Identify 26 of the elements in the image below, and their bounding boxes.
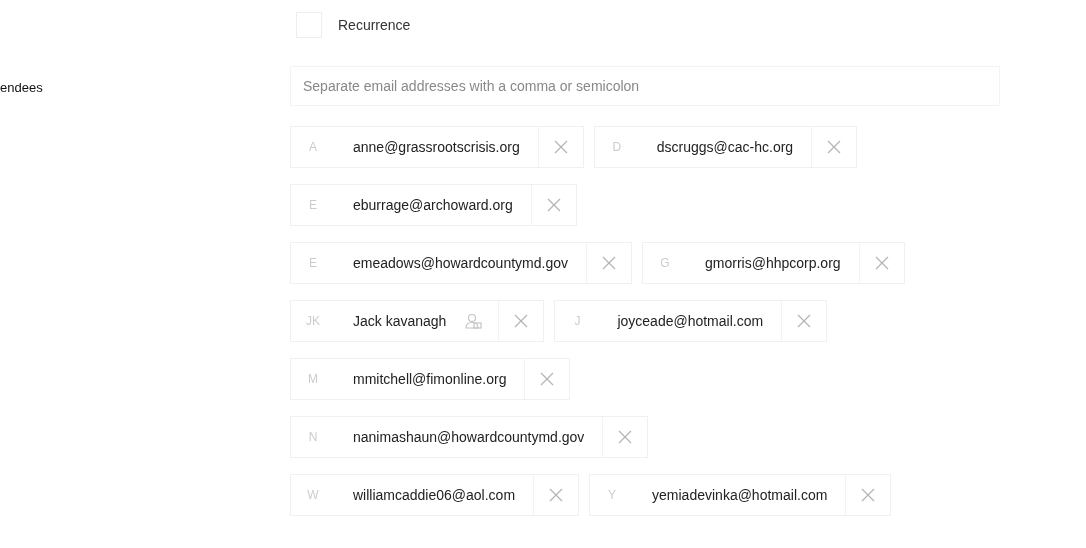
remove-icon[interactable] [552,139,569,155]
remove-icon[interactable] [513,313,530,329]
remove-icon[interactable] [826,139,843,155]
attendee-email: Jack kavanagh [352,311,448,331]
remove-icon[interactable] [548,487,565,503]
attendee-email: williamcaddie06@aol.com [352,485,517,505]
remove-icon[interactable] [545,197,562,213]
attendee-email: eburrage@archoward.org [352,195,514,215]
attendee-email: nanimashaun@howardcountymd.gov [352,427,586,447]
remove-icon[interactable] [873,255,890,271]
attendee-email: mmitchell@fimonline.org [352,369,508,389]
remove-icon[interactable] [601,255,617,271]
email-input[interactable]: Separate email addresses with a comma or semicolon [290,66,1000,106]
attendee-email: dscruggs@cac-hc.org [655,137,795,157]
attendee-email: joyceade@hotmail.com [616,311,765,331]
remove-icon[interactable] [860,487,877,503]
remove-icon[interactable] [539,371,556,387]
attendee-email: yemiadevinka@hotmail.com [651,485,829,505]
attendees-label: endees [0,79,44,97]
remove-icon[interactable] [617,429,634,445]
people-icon [464,312,483,330]
remove-icon[interactable] [796,313,813,329]
attendee-email: emeadows@howardcountymd.gov [352,253,569,273]
attendee-email: gmorris@hhpcorp.org [704,253,842,273]
attendee-email: anne@grassrootscrisis.org [352,137,521,157]
recurrence-label: Recurrence [338,15,411,35]
